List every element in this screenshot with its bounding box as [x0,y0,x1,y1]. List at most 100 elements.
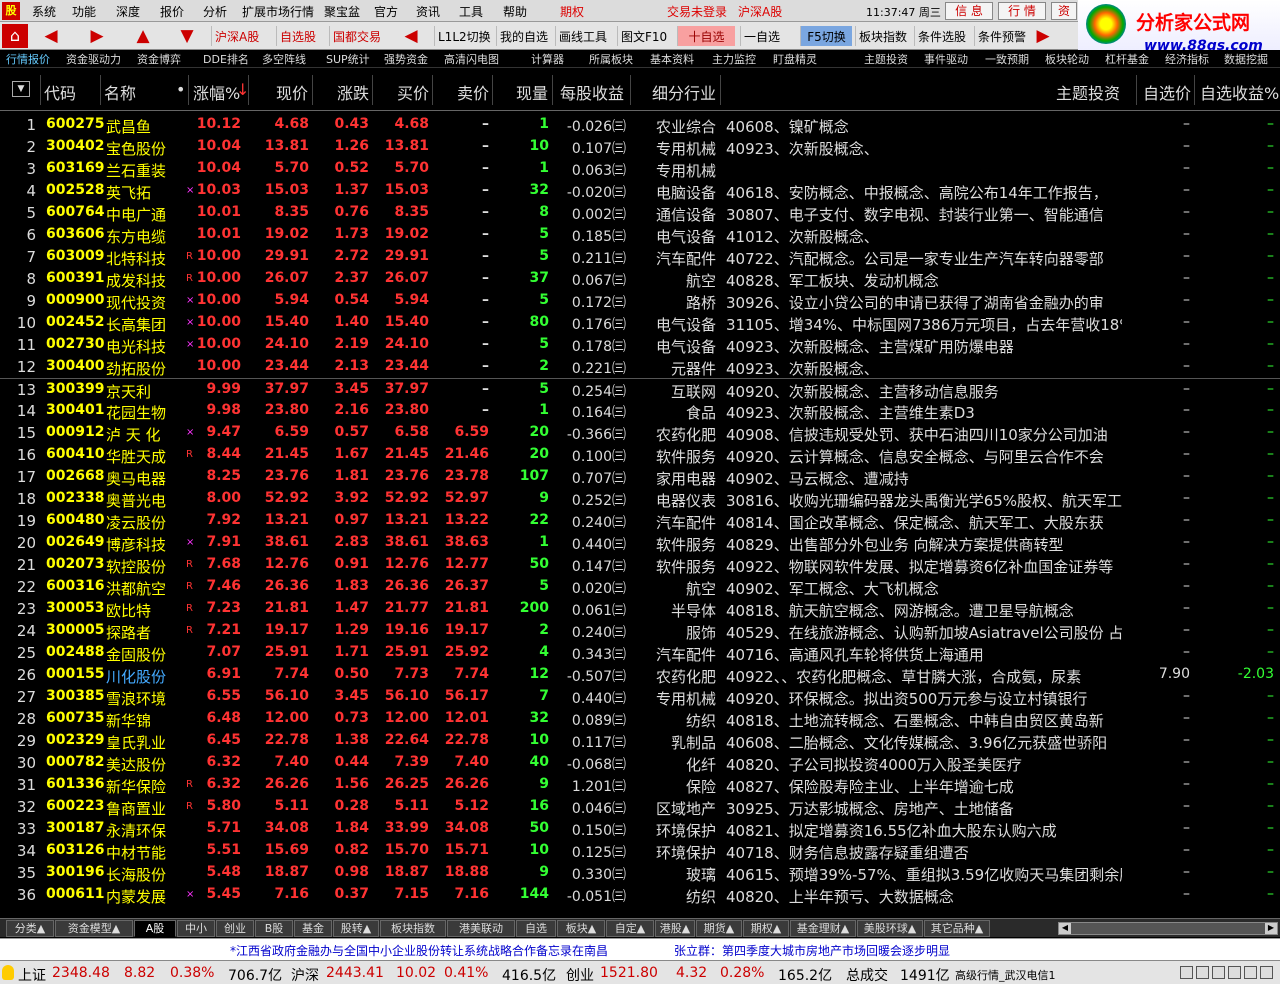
table-row[interactable]: 2 300402 宝色股份 10.04 13.81 1.26 13.81 – 10 0.107㈢ 专… [0,136,1280,158]
tab-neeq[interactable]: 股转▲ [333,920,379,937]
tab-capital-model[interactable]: 资金模型▲ [55,920,133,937]
menu-official[interactable]: 官方 [374,3,398,20]
nav-flash-chart[interactable]: 高清闪电图 [444,51,499,67]
col-name[interactable]: 名称 [104,80,136,104]
tb-condition-alert[interactable]: 条件预警 [974,26,1029,46]
speaker-icon[interactable] [1228,966,1241,979]
nav-calculator[interactable]: 计算器 [531,51,564,67]
nav-watch-wizard[interactable]: 盯盘精灵 [773,51,817,67]
server-name[interactable]: 高级行情_武汉电信1 [955,967,1056,983]
nav-basic-info[interactable]: 基本资料 [650,51,694,67]
menu-help[interactable]: 帮助 [503,3,527,20]
col-watch-return[interactable]: 自选收益% [1200,80,1279,104]
col-pct[interactable]: 涨幅% [193,80,240,104]
menu-ext-market[interactable]: 扩展市场行情 [242,3,314,20]
tb-condition-pick[interactable]: 条件选股 [914,26,969,46]
tab-category[interactable]: 分类▲ [6,920,54,937]
nav-main-monitor[interactable]: 主力监控 [712,51,756,67]
tab-a-shares[interactable]: A股 [134,920,176,937]
col-ask[interactable]: 卖价 [457,80,489,104]
tb-l1l2-switch[interactable]: L1L2切换 [434,26,494,46]
table-row[interactable]: 16 600410 华胜天成 R 8.44 21.45 1.67 21.45 21.46 20 0.… [0,444,1280,466]
arrow-left-icon[interactable]: ◀ [38,25,64,47]
scroll-left-icon[interactable]: ◀ [1059,923,1071,934]
nav-long-short[interactable]: 多空阵线 [262,51,306,67]
col-change[interactable]: 涨跌 [337,80,369,104]
alert-icon[interactable] [1196,966,1209,979]
tb-my-watchlist[interactable]: 我的自选 [496,26,551,46]
tab-sector[interactable]: 板块▲ [557,920,605,937]
tab-us-global[interactable]: 美股环球▲ [857,920,923,937]
table-row[interactable]: 21 002073 软控股份 R 7.68 12.76 0.91 12.76 12.77 50 0.… [0,554,1280,576]
lock-icon[interactable] [1212,966,1225,979]
tab-b-shares[interactable]: B股 [255,920,293,937]
info-button[interactable]: 信 息 [945,2,993,20]
table-row[interactable]: 5 600764 中电广通 10.01 8.35 0.76 8.35 – 8 0.002㈢ 通信设备… [0,202,1280,224]
table-row[interactable]: 6 603606 东方电缆 10.01 19.02 1.73 19.02 – 5 0.185㈢ 电气… [0,224,1280,246]
table-row[interactable]: 9 000900 现代投资 × 10.00 5.94 0.54 5.94–5 0.172㈢ 路桥 3… [0,290,1280,312]
nav-data-mining[interactable]: 数据挖掘 [1224,51,1268,67]
tab-sme[interactable]: 中小 [177,920,215,937]
news-item[interactable]: *江西省政府金融办与全国中小企业股份转让系统战略合作备忘录在南昌 [230,942,608,959]
nav-leveraged-fund[interactable]: 杠杆基金 [1105,51,1149,67]
col-eps[interactable]: 每股收益 [560,80,624,104]
col-bid[interactable]: 买价 [397,80,429,104]
cy-index-label[interactable]: 创业 [566,965,594,984]
col-volume[interactable]: 现量 [516,80,548,104]
horizontal-scrollbar[interactable]: ◀ ▶ [1058,922,1278,935]
table-row[interactable]: 27 300385 雪浪环境 6.55 56.10 3.45 56.10 56.17 7 0.44… [0,686,1280,708]
tab-watchlist[interactable]: 自选 [516,920,556,937]
col-code[interactable]: 代码 [44,80,76,104]
nav-theme-invest[interactable]: 主题投资 [864,51,908,67]
menu-treasure[interactable]: 聚宝盆 [324,3,360,20]
nav-capital-drive[interactable]: 资金驱动力 [66,51,121,67]
arrow-right-icon[interactable]: ▶ [84,25,110,47]
sh-index-label[interactable]: 上证 [18,965,46,984]
tab-funds[interactable]: 基金 [294,920,332,937]
nav-dde[interactable]: DDE排名 [203,51,249,67]
news-item[interactable]: 张立群：第四季度大城市房地产市场回暖会逐步明显 [674,942,950,959]
menu-function[interactable]: 功能 [72,3,96,20]
table-row[interactable]: 10 002452 长高集团 × 10.00 15.40 1.40 15.40–80 0.176… [0,312,1280,334]
column-menu-icon[interactable]: ▼ [12,81,30,97]
table-row[interactable]: 35 300196 长海股份 5.48 18.87 0.98 18.87 18.88 9 0.33… [0,862,1280,884]
tab-fund-finance[interactable]: 基金理财▲ [790,920,856,937]
nav-sector[interactable]: 所属板块 [589,51,633,67]
tab-sector-index[interactable]: 板块指数 [380,920,446,937]
table-row[interactable]: 3 603169 兰石重装 10.04 5.70 0.52 5.70 – 1 0.063㈢ 专用机械… [0,158,1280,180]
nav-quote[interactable]: 行情报价 [6,51,50,67]
table-row[interactable]: 25 002488 金固股份 7.07 25.91 1.71 25.91 25.92 4 0.34… [0,642,1280,664]
tb-remove-watch[interactable]: 一自选 [740,26,783,46]
table-row[interactable]: 34 603126 中材节能 5.51 15.69 0.82 15.70 15.71 10 0.1… [0,840,1280,862]
table-row[interactable]: 24 300005 探路者 R 7.21 19.17 1.29 19.16 19.17 2 0.24… [0,620,1280,642]
table-row[interactable]: 7 603009 北特科技 R 10.00 29.91 2.72 29.91–5 0.211㈢汽… [0,246,1280,268]
tab-chinext[interactable]: 创业 [216,920,254,937]
tab-hk-stocks[interactable]: 港股▲ [655,920,695,937]
nav-capital-game[interactable]: 资金博弈 [137,51,181,67]
arrow-right-small-icon[interactable]: ▶ [1030,25,1056,47]
table-row[interactable]: 12 300400 劲拓股份 10.00 23.44 2.13 23.44 – 2 0.221㈢ 元… [0,356,1280,378]
menu-depth[interactable]: 深度 [116,3,140,20]
table-row[interactable]: 28 600735 新华锦 6.48 12.00 0.73 12.00 12.01 32 0.08… [0,708,1280,730]
col-theme[interactable]: 主题投资 [1056,80,1120,104]
table-row[interactable]: 23 300053 欧比特 R 7.23 21.81 1.47 21.77 21.81 200 0.… [0,598,1280,620]
home-icon[interactable]: ⌂ [2,24,28,48]
menu-tools[interactable]: 工具 [459,3,483,20]
table-row[interactable]: 29 002329 皇氏乳业 6.45 22.78 1.38 22.64 22.78 10 0.1… [0,730,1280,752]
menu-quote[interactable]: 报价 [160,3,184,20]
table-row[interactable]: 26 000155 川化股份 6.91 7.74 0.50 7.73 7.74 12 -0.507… [0,664,1280,686]
table-row[interactable]: 15 000912 泸 天 化 × 9.47 6.59 0.57 6.58 6.59 20 -0.3… [0,422,1280,444]
tab-options[interactable]: 期权▲ [743,920,789,937]
table-row[interactable]: 32 600223 鲁商置业 R 5.80 5.11 0.28 5.11 5.12 16 0.046… [0,796,1280,818]
col-industry[interactable]: 细分行业 [652,80,716,104]
capital-button[interactable]: 资 [1051,2,1077,20]
table-row[interactable]: 8 600391 成发科技 R 10.00 26.07 2.37 26.07–37 0.067㈢… [0,268,1280,290]
hs-index-label[interactable]: 沪深 [291,965,319,984]
table-row[interactable]: 31 601336 新华保险 R 6.32 26.26 1.56 26.25 26.26 9 1.2… [0,774,1280,796]
nav-consensus[interactable]: 一致预期 [985,51,1029,67]
table-row[interactable]: 11 002730 电光科技 × 10.00 24.10 2.19 24.10–5 0.178㈢… [0,334,1280,356]
table-row[interactable]: 18 002338 奥普光电 8.00 52.92 3.92 52.92 52.97 9 0.25… [0,488,1280,510]
nav-strong-capital[interactable]: 强势资金 [384,51,428,67]
table-row[interactable]: 30 000782 美达股份 6.32 7.40 0.44 7.39 7.40 40 -0.068… [0,752,1280,774]
menu-system[interactable]: 系统 [32,3,56,20]
